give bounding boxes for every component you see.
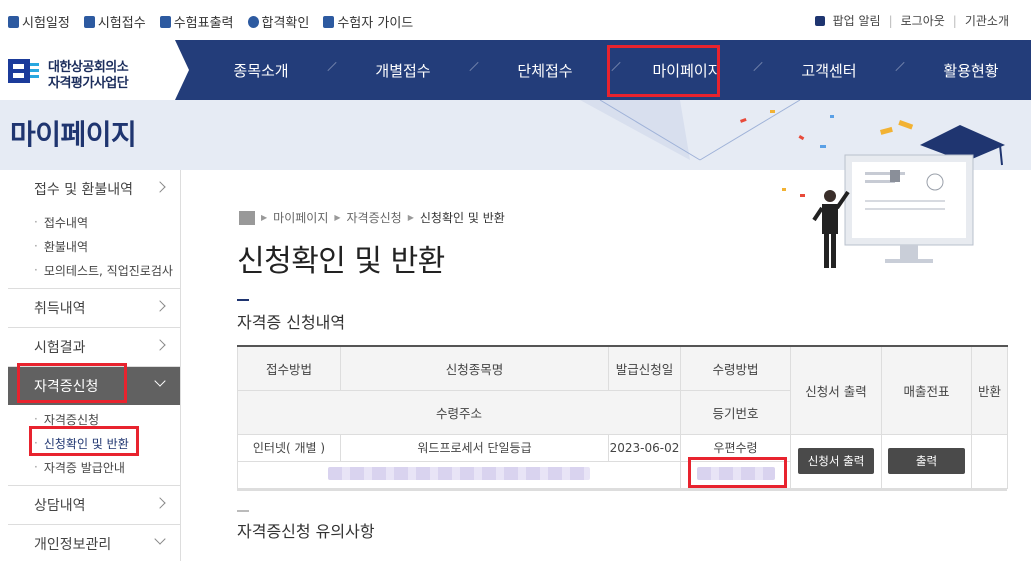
breadcrumb: ▶ 마이페이지 ▶ 자격증신청 ▶ 신청확인 및 반환 <box>239 209 505 226</box>
sidebar-sub-receipt-list[interactable]: 접수내역 <box>34 210 180 234</box>
nav-item-group[interactable]: 단체접수 <box>474 40 621 100</box>
section-title-applications: 자격증 신청내역 <box>237 313 346 332</box>
edit-icon <box>83 15 95 28</box>
chevron-right-icon <box>154 339 166 351</box>
breadcrumb-item[interactable]: 자격증신청 <box>347 209 402 226</box>
page-title: 신청확인 및 반환 <box>237 244 445 279</box>
sidebar-item-acquired[interactable]: 취득내역 <box>8 289 180 327</box>
calendar-icon <box>8 15 19 28</box>
sidebar-sub-mock-test[interactable]: 모의테스트, 직업진로검사 <box>34 258 180 282</box>
sidebar-sub-issue-guide[interactable]: 자격증 발급안내 <box>34 455 180 479</box>
sidebar-group-receipts: 접수 및 환불내역 접수내역 환불내역 모의테스트, 직업진로검사 <box>8 170 180 289</box>
chevron-right-icon <box>154 300 166 312</box>
main-nav: 대한상공회의소 자격평가사업단 종목소개 개별접수 단체접수 마이페이지 고객센… <box>0 40 1031 100</box>
breadcrumb-current: 신청확인 및 반환 <box>419 211 505 225</box>
site-logo[interactable]: 대한상공회의소 자격평가사업단 <box>0 40 189 100</box>
sidebar-item-receipts[interactable]: 접수 및 환불내역 <box>8 170 180 208</box>
highlight-regno <box>688 457 787 488</box>
chevron-down-icon <box>154 375 166 387</box>
quick-links: 시험일정 시험접수 수험표출력 합격확인 수험자 가이드 <box>8 12 413 31</box>
agency-link[interactable]: 기관소개 <box>965 12 1009 29</box>
highlight-mypage-nav <box>607 45 720 97</box>
header-regno: 등기번호 <box>680 389 791 435</box>
sidebar-item-consult[interactable]: 상담내역 <box>8 486 180 524</box>
quick-link-guide[interactable]: 수험자 가이드 <box>323 12 413 31</box>
home-icon[interactable] <box>239 210 255 225</box>
breadcrumb-item[interactable]: 마이페이지 <box>273 209 328 226</box>
banner-title: 마이페이지 <box>10 118 137 151</box>
chevron-right-icon <box>154 181 166 193</box>
cell-address-redacted <box>237 460 681 489</box>
cell-item: 워드프로세서 단일등급 <box>340 433 609 462</box>
header-return: 반환 <box>971 345 1008 435</box>
chevron-down-icon <box>154 533 166 545</box>
sidebar-item-privacy[interactable]: 개인정보관리 <box>8 525 180 561</box>
header-address: 수령주소 <box>237 389 681 435</box>
print-receipt-button[interactable]: 출력 <box>887 448 966 474</box>
award-icon <box>247 15 259 28</box>
nav-item-support[interactable]: 고객센터 <box>758 40 905 100</box>
account-links: 팝업 알림 | 로그아웃 | 기관소개 <box>814 12 1009 29</box>
highlight-certificate-menu <box>17 363 127 403</box>
main-content: ▶ 마이페이지 ▶ 자격증신청 ▶ 신청확인 및 반환 신청확인 및 반환 자격… <box>182 170 1031 561</box>
sidebar-sub-refund-list[interactable]: 환불내역 <box>34 234 180 258</box>
nav-item-intro[interactable]: 종목소개 <box>190 40 337 100</box>
print-icon <box>159 15 171 28</box>
header-date: 발급신청일 <box>608 345 681 391</box>
logo-mark-icon <box>7 56 41 86</box>
sidebar-group-acquired: 취득내역 <box>8 289 180 328</box>
redacted-address <box>328 466 590 480</box>
popup-icon <box>814 15 825 26</box>
section-title-notes: 자격증신청 유의사항 <box>237 522 375 541</box>
cell-print: 신청서 출력 <box>790 433 882 489</box>
header-print: 신청서 출력 <box>790 345 882 435</box>
logout-link[interactable]: 로그아웃 <box>901 12 945 29</box>
header-receipt: 매출전표 <box>881 345 972 435</box>
header-item: 신청종목명 <box>340 345 609 391</box>
sidebar-group-privacy: 개인정보관리 <box>8 525 180 561</box>
cell-method: 인터넷( 개별 ) <box>237 433 341 462</box>
quick-link-apply[interactable]: 시험접수 <box>83 12 146 31</box>
quick-link-ticket[interactable]: 수험표출력 <box>159 12 234 31</box>
cell-date: 2023-06-02 <box>608 433 681 462</box>
table-row: 인터넷( 개별 ) 워드프로세서 단일등급 2023-06-02 우편수령 신청… <box>237 433 1008 489</box>
top-utility-bar: 시험일정 시험접수 수험표출력 합격확인 수험자 가이드 팝업 알림 | 로그아… <box>0 0 1031 40</box>
application-table: 접수방법 신청종목명 발급신청일 수령방법 신청서 출력 매출전표 반환 수령주… <box>237 345 1008 489</box>
quick-link-schedule[interactable]: 시험일정 <box>8 12 70 31</box>
header-receive: 수령방법 <box>680 345 791 391</box>
nav-item-usage[interactable]: 활용현황 <box>900 40 1031 100</box>
quick-link-pass[interactable]: 합격확인 <box>247 12 309 31</box>
cell-receipt: 출력 <box>881 433 972 489</box>
popup-alert-link[interactable]: 팝업 알림 <box>833 12 881 29</box>
highlight-confirm-return-menu <box>29 426 139 456</box>
logo-line2: 자격평가사업단 <box>48 76 129 91</box>
sidebar-group-consult: 상담내역 <box>8 486 180 525</box>
sidebar-item-results[interactable]: 시험결과 <box>8 328 180 366</box>
chevron-right-icon <box>154 497 166 509</box>
cell-return <box>971 433 1008 489</box>
print-application-button[interactable]: 신청서 출력 <box>797 448 875 474</box>
book-icon <box>323 15 335 28</box>
nav-item-individual[interactable]: 개별접수 <box>332 40 479 100</box>
header-method: 접수방법 <box>237 345 341 391</box>
sidebar-group-results: 시험결과 <box>8 328 180 367</box>
sidebar-submenu-receipts: 접수내역 환불내역 모의테스트, 직업진로검사 <box>8 208 180 288</box>
